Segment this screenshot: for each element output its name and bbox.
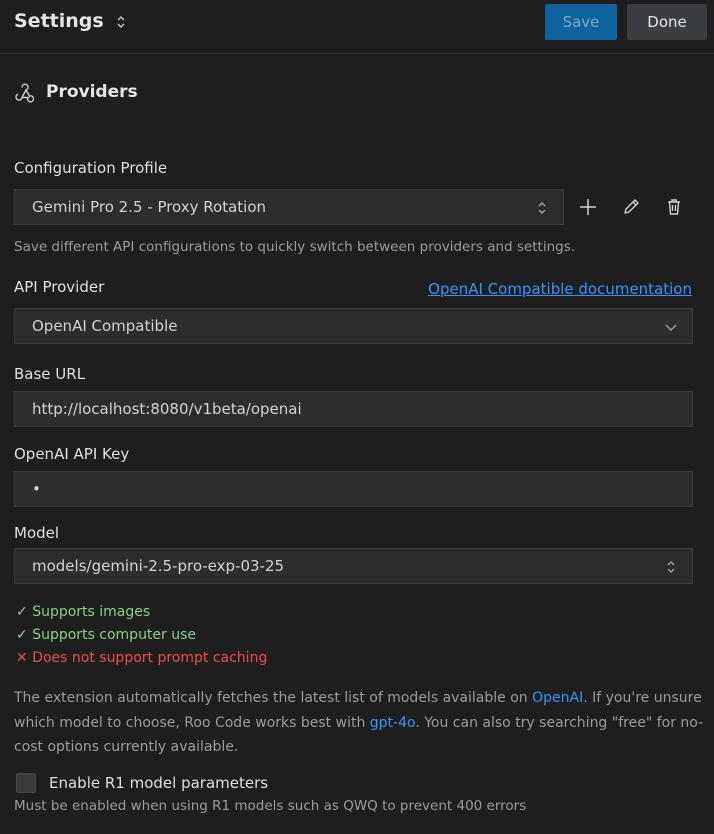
- chevron-down-icon: [665, 324, 677, 331]
- gpt-4o-link[interactable]: gpt-4o: [370, 715, 416, 731]
- base-url-label: Base URL: [14, 365, 86, 383]
- model-label: Model: [14, 524, 60, 542]
- api-key-input[interactable]: •: [32, 480, 41, 498]
- add-profile-icon[interactable]: [578, 197, 598, 217]
- chevron-up-down-icon: [667, 561, 675, 573]
- capability-text: Does not support prompt caching: [32, 650, 268, 666]
- r1-parameters-help: Must be enabled when using R1 models suc…: [14, 798, 527, 814]
- config-profile-help: Save different API configurations to qui…: [14, 239, 576, 255]
- model-value: models/gemini-2.5-pro-exp-03-25: [32, 557, 285, 575]
- check-icon: ✓: [16, 604, 28, 620]
- page-title: Settings: [14, 10, 104, 32]
- model-select[interactable]: models/gemini-2.5-pro-exp-03-25: [14, 548, 693, 584]
- capability-text: Supports computer use: [32, 627, 197, 643]
- info-text: The extension automatically fetches the …: [14, 690, 533, 706]
- base-url-input[interactable]: [32, 400, 672, 418]
- config-profile-label: Configuration Profile: [14, 159, 168, 177]
- r1-parameters-label[interactable]: Enable R1 model parameters: [49, 774, 268, 792]
- save-button[interactable]: Save: [545, 4, 617, 40]
- config-profile-select[interactable]: Gemini Pro 2.5 - Proxy Rotation: [14, 189, 564, 225]
- capability-text: Supports images: [32, 604, 151, 620]
- webhook-icon: [15, 83, 34, 103]
- api-key-field[interactable]: •: [14, 471, 693, 507]
- section-title: Providers: [46, 82, 138, 102]
- done-button[interactable]: Done: [627, 4, 707, 40]
- cross-icon: ✕: [16, 650, 28, 666]
- provider-documentation-link[interactable]: OpenAI Compatible documentation: [428, 280, 692, 298]
- base-url-field[interactable]: [14, 391, 693, 427]
- r1-parameters-checkbox[interactable]: [16, 773, 36, 793]
- check-icon: ✓: [16, 627, 28, 643]
- chevron-up-down-icon: [538, 202, 546, 214]
- capability-item: ✓ Supports computer use: [16, 627, 196, 643]
- api-provider-value: OpenAI Compatible: [32, 317, 178, 335]
- settings-header: Settings Save Done: [0, 0, 714, 54]
- api-provider-label: API Provider: [14, 278, 105, 296]
- capability-item: ✕ Does not support prompt caching: [16, 650, 267, 666]
- edit-pencil-icon[interactable]: [621, 197, 641, 217]
- api-provider-select[interactable]: OpenAI Compatible: [14, 308, 693, 344]
- chevron-up-down-icon[interactable]: [115, 14, 127, 30]
- api-key-label: OpenAI API Key: [14, 445, 130, 463]
- config-profile-value: Gemini Pro 2.5 - Proxy Rotation: [32, 198, 267, 216]
- model-info-text: The extension automatically fetches the …: [14, 686, 704, 760]
- delete-trash-icon[interactable]: [664, 197, 684, 217]
- capability-item: ✓ Supports images: [16, 604, 150, 620]
- openai-link[interactable]: OpenAI: [532, 690, 583, 706]
